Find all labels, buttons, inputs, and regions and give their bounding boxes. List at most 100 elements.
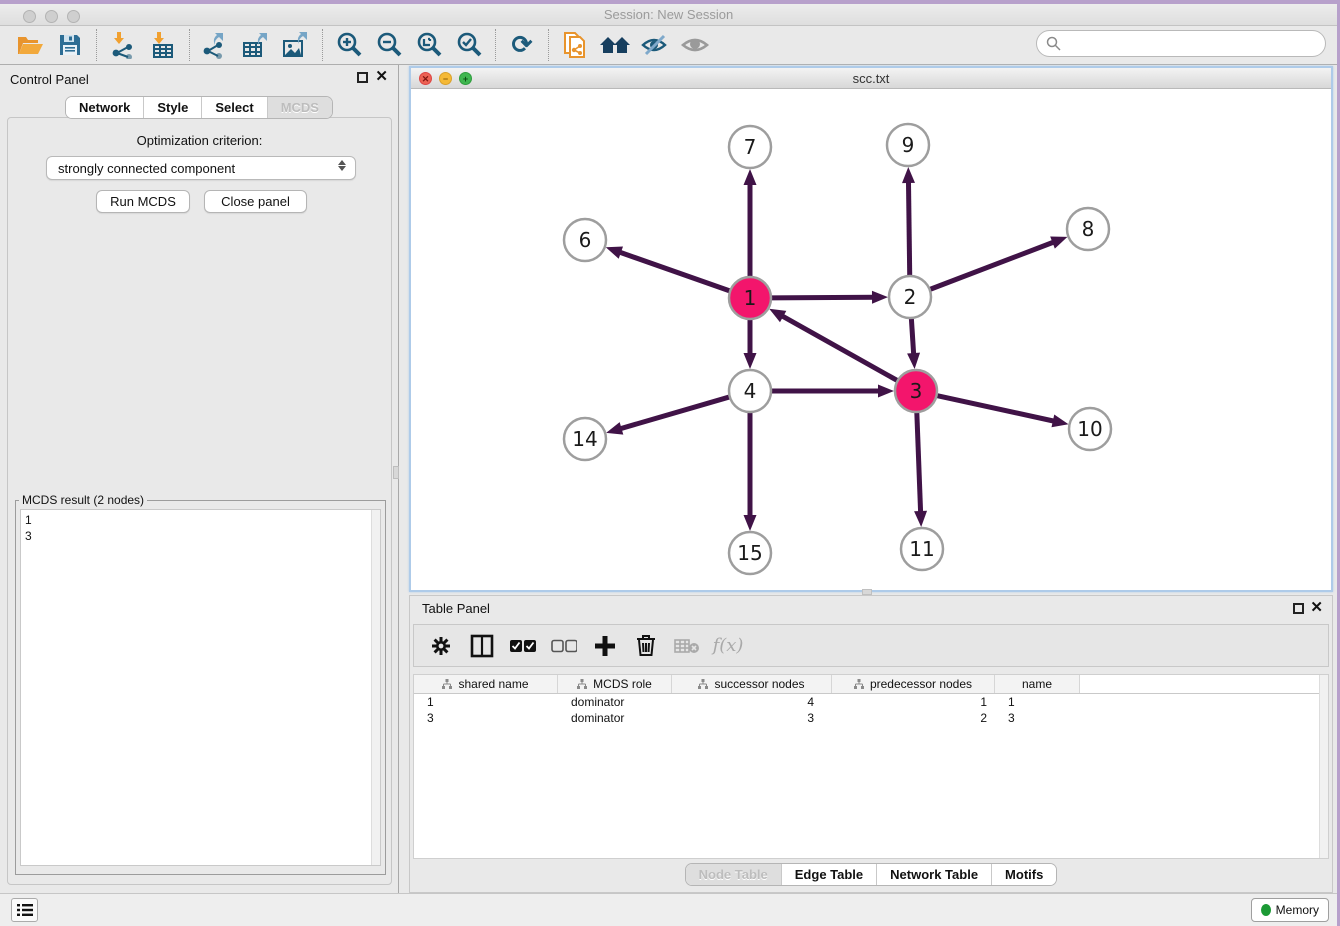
edge-1-6[interactable] bbox=[617, 251, 731, 291]
tab-network-table[interactable]: Network Table bbox=[877, 864, 992, 885]
deselect-all-icon[interactable] bbox=[551, 633, 577, 659]
select-all-icon[interactable] bbox=[510, 633, 536, 659]
minimize-network-icon[interactable]: − bbox=[439, 72, 452, 85]
tab-mcds[interactable]: MCDS bbox=[268, 97, 332, 118]
search-icon bbox=[1046, 36, 1061, 51]
edge-1-2[interactable] bbox=[770, 297, 876, 298]
apply-layout-icon[interactable]: ⟳ bbox=[502, 28, 542, 62]
close-table-panel-icon[interactable]: ✕ bbox=[1310, 600, 1323, 615]
show-graphics-icon[interactable] bbox=[675, 28, 715, 62]
toolbar-separator bbox=[548, 29, 549, 61]
select-stepper-icon bbox=[338, 160, 346, 171]
search-box[interactable] bbox=[1036, 30, 1326, 57]
table-cell[interactable]: 1 bbox=[995, 695, 1080, 709]
close-panel-button[interactable]: Close panel bbox=[204, 190, 307, 213]
node-label-10: 10 bbox=[1077, 417, 1102, 441]
table-row[interactable]: 3dominator323 bbox=[414, 710, 1328, 726]
clone-network-icon[interactable] bbox=[555, 28, 595, 62]
tab-network[interactable]: Network bbox=[66, 97, 144, 118]
hierarchy-icon bbox=[442, 679, 452, 689]
control-panel-title: Control Panel bbox=[10, 72, 89, 87]
import-table-icon[interactable] bbox=[143, 28, 183, 62]
table-scrollbar[interactable] bbox=[1319, 675, 1328, 858]
tab-motifs[interactable]: Motifs bbox=[992, 864, 1056, 885]
column-layout-icon[interactable] bbox=[469, 633, 495, 659]
zoom-in-icon[interactable] bbox=[329, 28, 369, 62]
edge-4-14[interactable] bbox=[618, 397, 731, 430]
table-cell[interactable]: 1 bbox=[414, 695, 558, 709]
close-panel-icon[interactable]: ✕ bbox=[375, 69, 388, 84]
network-window-titlebar[interactable]: ✕ − + scc.txt bbox=[411, 68, 1331, 89]
float-table-panel-icon[interactable] bbox=[1293, 603, 1304, 614]
zoom-fit-icon[interactable] bbox=[409, 28, 449, 62]
edge-3-11[interactable] bbox=[917, 411, 921, 515]
network-overview-icon[interactable] bbox=[595, 28, 635, 62]
tab-style[interactable]: Style bbox=[144, 97, 202, 118]
node-label-2: 2 bbox=[904, 285, 917, 309]
table-cell[interactable]: 4 bbox=[672, 695, 832, 709]
edge-2-3[interactable] bbox=[911, 317, 914, 357]
edge-arrowhead bbox=[914, 511, 927, 527]
minimize-window-button[interactable] bbox=[45, 10, 58, 23]
hierarchy-icon bbox=[698, 679, 708, 689]
toolbar-separator bbox=[189, 29, 190, 61]
float-panel-icon[interactable] bbox=[357, 72, 368, 83]
network-graph-canvas[interactable]: 7968124314101511 bbox=[411, 89, 1331, 590]
delete-row-icon[interactable] bbox=[633, 633, 659, 659]
optimization-criterion-select[interactable]: strongly connected component bbox=[46, 156, 356, 180]
edge-arrowhead bbox=[606, 246, 623, 258]
zoom-selected-icon[interactable] bbox=[449, 28, 489, 62]
network-window-title: scc.txt bbox=[853, 71, 890, 86]
export-image-icon[interactable] bbox=[276, 28, 316, 62]
node-table[interactable]: shared nameMCDS rolesuccessor nodesprede… bbox=[413, 674, 1329, 859]
table-cell[interactable]: dominator bbox=[558, 711, 672, 725]
hide-selected-icon[interactable] bbox=[635, 28, 675, 62]
column-header-shared-name[interactable]: shared name bbox=[414, 675, 558, 693]
table-panel-tabs: Node TableEdge TableNetwork TableMotifs bbox=[410, 863, 1332, 886]
tab-select[interactable]: Select bbox=[202, 97, 267, 118]
list-icon bbox=[17, 903, 33, 917]
search-input[interactable] bbox=[1066, 36, 1325, 51]
mcds-result-text[interactable]: 1 3 bbox=[20, 509, 381, 866]
column-header-label: name bbox=[1022, 677, 1052, 691]
tab-edge-table[interactable]: Edge Table bbox=[782, 864, 877, 885]
run-mcds-button[interactable]: Run MCDS bbox=[96, 190, 190, 213]
column-header-MCDS-role[interactable]: MCDS role bbox=[558, 675, 672, 693]
save-session-icon[interactable] bbox=[50, 28, 90, 62]
table-cell[interactable]: 3 bbox=[995, 711, 1080, 725]
mcds-result-scrollbar[interactable] bbox=[371, 510, 380, 865]
edge-arrowhead bbox=[872, 291, 888, 304]
memory-button[interactable]: Memory bbox=[1251, 898, 1329, 922]
table-row[interactable]: 1dominator411 bbox=[414, 694, 1328, 710]
table-cell[interactable]: 2 bbox=[832, 711, 995, 725]
open-session-icon[interactable] bbox=[10, 28, 50, 62]
zoom-out-icon[interactable] bbox=[369, 28, 409, 62]
table-cell[interactable]: dominator bbox=[558, 695, 672, 709]
column-header-name[interactable]: name bbox=[995, 675, 1080, 693]
column-header-successor-nodes[interactable]: successor nodes bbox=[672, 675, 832, 693]
add-row-icon[interactable] bbox=[592, 633, 618, 659]
table-cell[interactable]: 1 bbox=[832, 695, 995, 709]
edge-2-8[interactable] bbox=[929, 241, 1057, 290]
table-cell[interactable]: 3 bbox=[672, 711, 832, 725]
column-header-predecessor-nodes[interactable]: predecessor nodes bbox=[832, 675, 995, 693]
import-network-icon[interactable] bbox=[103, 28, 143, 62]
column-settings-icon[interactable] bbox=[428, 633, 454, 659]
node-label-4: 4 bbox=[744, 379, 757, 403]
optimization-criterion-label: Optimization criterion: bbox=[8, 133, 391, 148]
maximize-network-icon[interactable]: + bbox=[459, 72, 472, 85]
task-history-button[interactable] bbox=[11, 898, 38, 922]
close-network-icon[interactable]: ✕ bbox=[419, 72, 432, 85]
maximize-window-button[interactable] bbox=[67, 10, 80, 23]
tab-node-table[interactable]: Node Table bbox=[686, 864, 782, 885]
close-window-button[interactable] bbox=[23, 10, 36, 23]
toolbar-separator bbox=[495, 29, 496, 61]
vertical-splitter-handle[interactable] bbox=[393, 466, 399, 479]
export-network-icon[interactable] bbox=[196, 28, 236, 62]
network-view-window[interactable]: ✕ − + scc.txt 7968124314101511 bbox=[409, 66, 1333, 592]
edge-3-10[interactable] bbox=[936, 395, 1057, 421]
edge-3-1[interactable] bbox=[780, 315, 899, 382]
edge-2-9[interactable] bbox=[908, 179, 909, 277]
export-table-icon[interactable] bbox=[236, 28, 276, 62]
table-cell[interactable]: 3 bbox=[414, 711, 558, 725]
